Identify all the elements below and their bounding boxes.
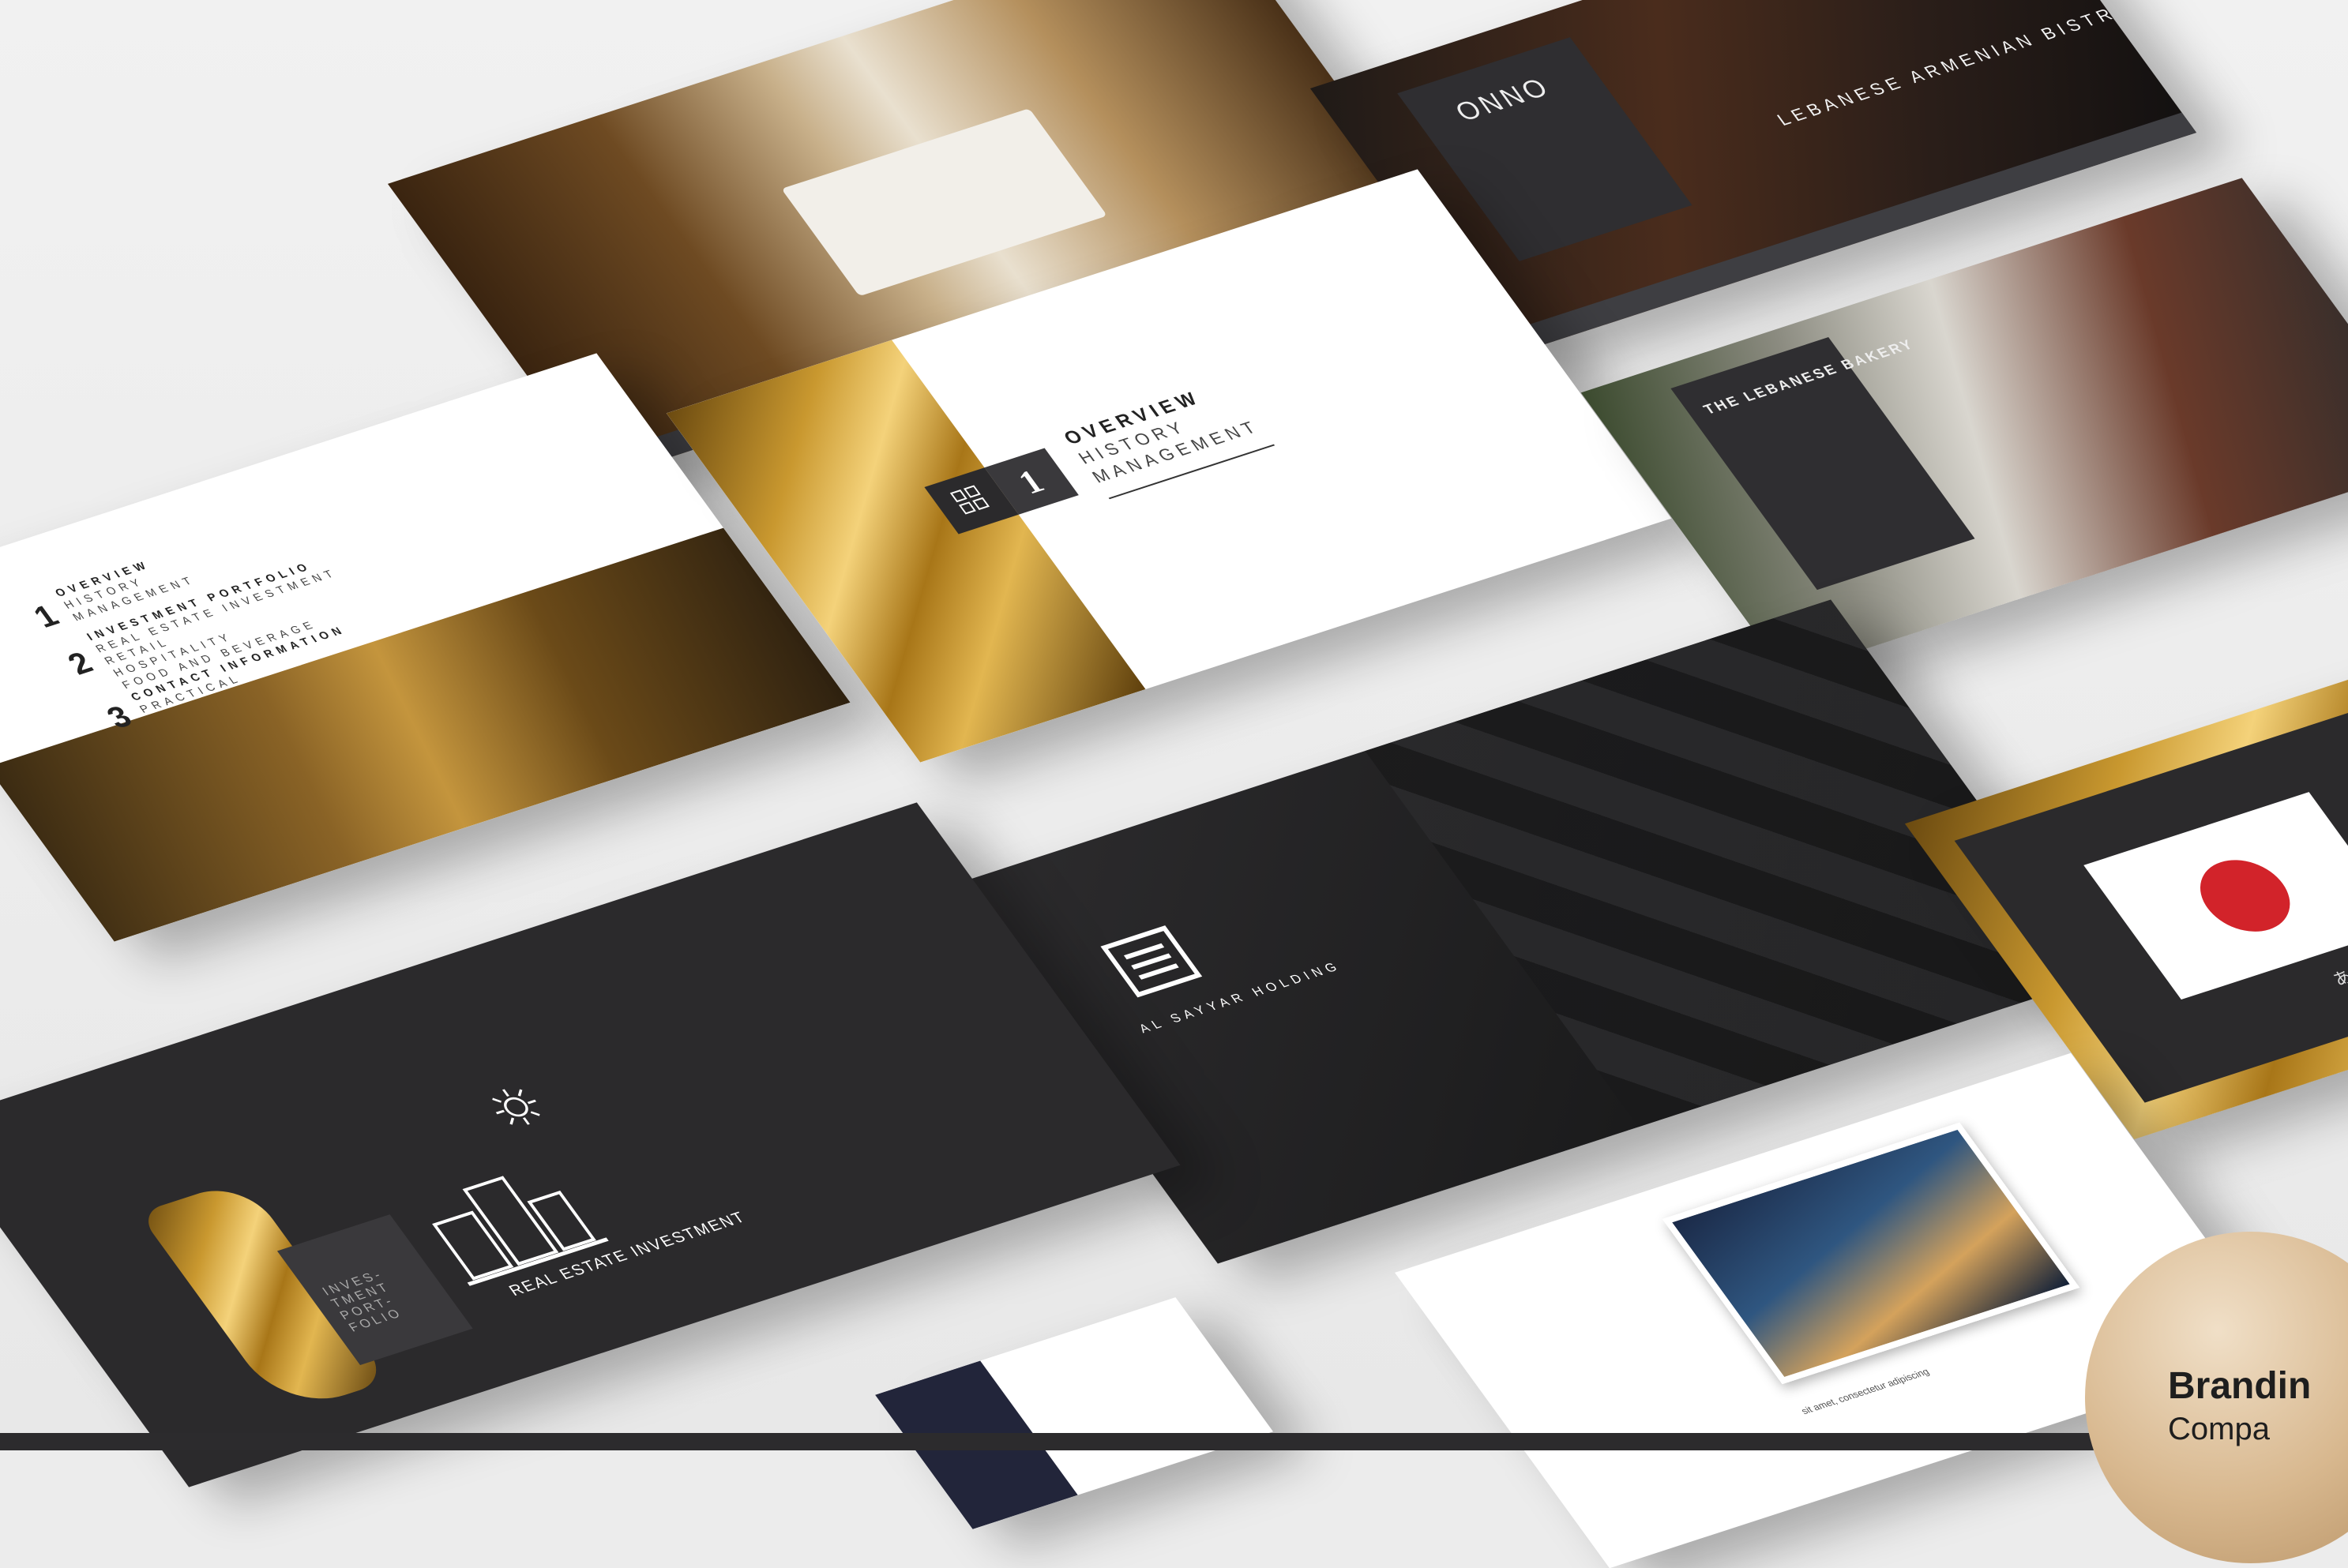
city-night-photo xyxy=(1662,1122,2080,1385)
bakery-title: THE LEBANESE BAKERY xyxy=(1700,336,1918,418)
badge-title: Brandin xyxy=(2168,1365,2312,1407)
restaurant-tagline: LEBANESE ARMENIAN BISTRO xyxy=(1773,0,2138,129)
flag-red-circle xyxy=(2183,850,2308,942)
portfolio-box-text: INVES-TMENT PORT-FOLIO xyxy=(320,1268,406,1335)
restaurant-logo-text: ONNO xyxy=(1449,72,1557,127)
toc-num-1: 1 xyxy=(27,598,66,635)
bakery-info-box: THE LEBANESE BAKERY xyxy=(1670,336,1975,591)
sun-icon xyxy=(492,1089,540,1125)
city-text: sit amet, consectetur adipiscing xyxy=(1798,1366,1932,1417)
portfolio-showcase: ONNO LEBANESE ARMENIAN BISTRO 1 OVERVIEW… xyxy=(0,0,2348,1568)
japan-slide: ありが xyxy=(1904,652,2348,1140)
section-number: 1 xyxy=(1010,463,1052,501)
bottom-bar xyxy=(0,1433,2348,1450)
japan-flag xyxy=(2083,792,2348,1000)
bed-image xyxy=(781,108,1108,297)
badge-subtitle: Compa xyxy=(2168,1412,2270,1446)
small-slide xyxy=(874,1297,1274,1529)
al-sayyar-logo-icon xyxy=(1100,925,1203,998)
toc-num-2: 2 xyxy=(61,646,100,681)
japan-script: ありが xyxy=(2329,957,2348,990)
japan-dark-panel: ありが xyxy=(1954,689,2348,1103)
